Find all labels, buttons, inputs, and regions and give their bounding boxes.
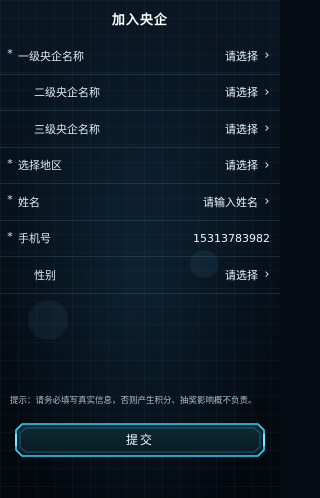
background-glow [28,300,68,340]
region-select[interactable]: 请选择 [225,157,258,173]
phone-input[interactable]: 15313783982 [193,232,270,245]
chevron-right-icon: › [264,48,270,64]
chevron-right-icon: › [264,84,270,100]
field-second-level-company[interactable]: 二级央企名称 请选择 › [0,75,280,111]
field-label: 手机号 [18,232,51,246]
field-label: 性别 [34,268,56,282]
field-phone[interactable]: * 手机号 15313783982 [0,221,280,257]
field-label: 姓名 [18,195,40,209]
required-marker: * [7,193,13,207]
field-label: 选择地区 [18,159,62,173]
submit-button[interactable]: 提交 [12,420,268,460]
field-label: 三级央企名称 [34,122,100,136]
required-marker: * [7,229,13,243]
field-label: 一级央企名称 [18,49,84,63]
chevron-right-icon: › [264,267,270,283]
chevron-right-icon: › [264,194,270,210]
chevron-right-icon: › [264,121,270,137]
gender-select[interactable]: 请选择 [225,267,258,283]
chevron-right-icon: › [264,157,270,173]
page-title: 加入央企 [111,12,168,28]
field-gender[interactable]: 性别 请选择 › [0,257,280,294]
required-marker: * [7,156,13,170]
join-form: * 一级央企名称 请选择 › 二级央企名称 请选择 › 三级央企名称 请选择 ›… [0,38,280,294]
submit-label: 提交 [125,433,154,447]
third-level-company-select[interactable]: 请选择 [225,121,258,137]
field-label: 二级央企名称 [34,86,100,100]
second-level-company-select[interactable]: 请选择 [225,84,258,100]
name-input[interactable]: 请输入姓名 [203,194,258,210]
field-third-level-company[interactable]: 三级央企名称 请选择 › [0,111,280,148]
page: 加入央企 * 一级央企名称 请选择 › 二级央企名称 请选择 › 三级央企名称 … [0,0,280,498]
first-level-company-select[interactable]: 请选择 [225,48,258,64]
page-header: 加入央企 [0,0,280,36]
required-marker: * [7,47,13,61]
field-first-level-company[interactable]: * 一级央企名称 请选择 › [0,38,280,75]
field-name[interactable]: * 姓名 请输入姓名 › [0,184,280,221]
hint-text: 提示：请务必填写真实信息，否则产生积分、抽奖影响概不负责。 [10,396,257,406]
field-region[interactable]: * 选择地区 请选择 › [0,148,280,184]
submit-button-wrap: 提交 [12,420,268,460]
